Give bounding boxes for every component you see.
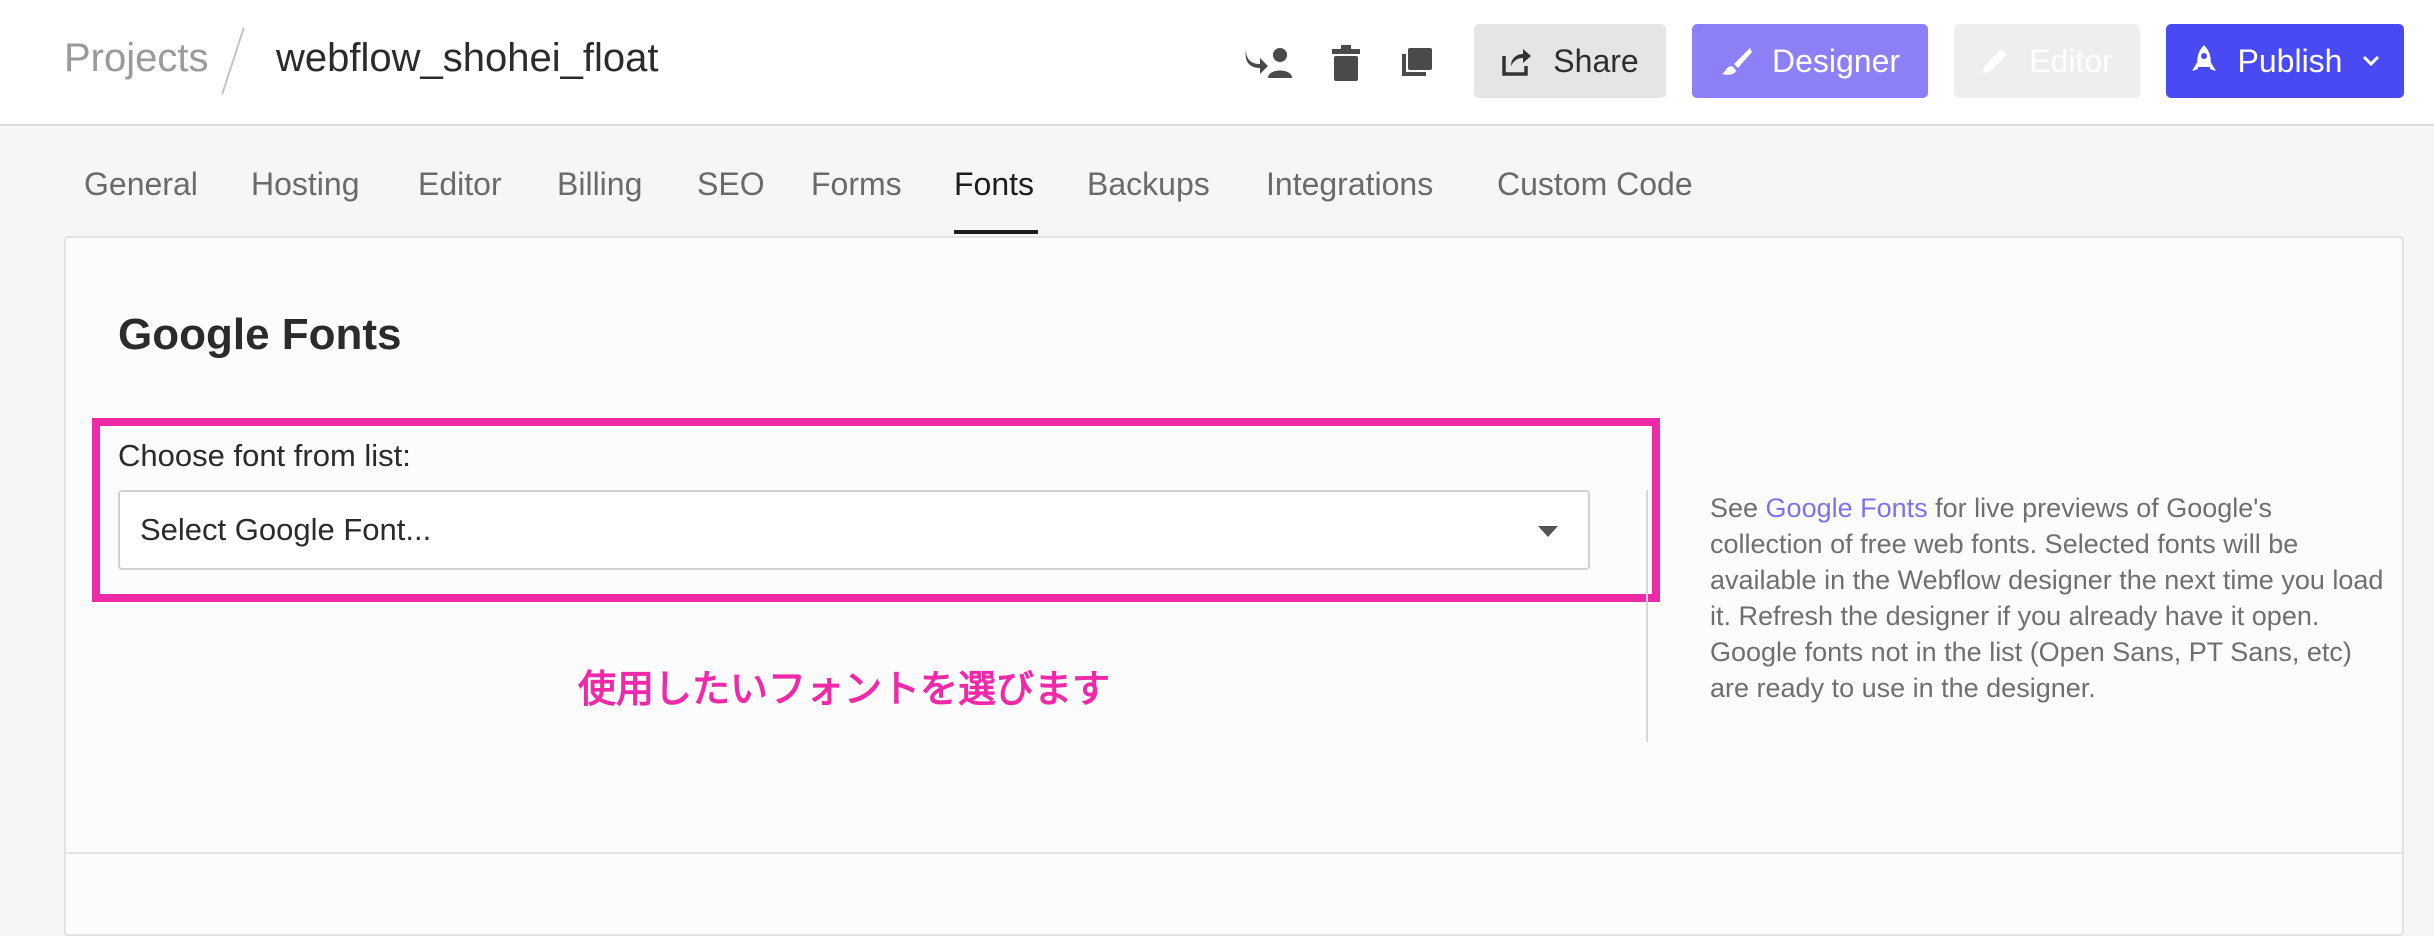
share-button-label: Share [1553, 42, 1639, 79]
section-title: Google Fonts [118, 310, 402, 359]
annotation-text: 使用したいフォントを選びます [578, 669, 1111, 711]
google-fonts-link[interactable]: Google Fonts [1766, 493, 1928, 523]
font-select-label: Choose font from list: [118, 438, 411, 473]
breadcrumb-separator [221, 27, 245, 95]
brush-icon [1721, 48, 1752, 75]
active-tab-indicator [954, 230, 1038, 234]
google-font-select[interactable]: Select Google Font... [118, 490, 1590, 570]
tab-fonts[interactable]: Fonts [954, 166, 1034, 203]
tab-integrations[interactable]: Integrations [1266, 166, 1433, 203]
rocket-icon [2191, 45, 2216, 71]
tab-hosting[interactable]: Hosting [251, 166, 360, 203]
duplicate-icon[interactable] [1388, 40, 1444, 86]
transfer-user-icon[interactable] [1240, 40, 1296, 86]
designer-button[interactable]: Designer [1692, 24, 1928, 98]
settings-tabs: General Hosting Editor Billing SEO Forms… [0, 126, 2434, 238]
tab-editor[interactable]: Editor [418, 166, 502, 203]
help-text-body: for live previews of Google's collection… [1710, 493, 2384, 703]
help-text: See Google Fonts for live previews of Go… [1710, 490, 2390, 706]
tab-forms[interactable]: Forms [811, 166, 902, 203]
tab-backups[interactable]: Backups [1087, 166, 1210, 203]
editor-button[interactable]: Editor [1954, 24, 2140, 98]
editor-button-label: Editor [2029, 42, 2113, 79]
share-button[interactable]: Share [1474, 24, 1666, 98]
share-icon [1502, 49, 1532, 76]
tab-general[interactable]: General [84, 166, 198, 203]
chevron-down-icon [2363, 55, 2380, 67]
caret-down-icon [1538, 526, 1558, 537]
project-name: webflow_shohei_float [276, 36, 659, 80]
pencil-icon [1983, 49, 2008, 73]
tab-seo[interactable]: SEO [697, 166, 765, 203]
breadcrumb-projects-link[interactable]: Projects [64, 36, 209, 81]
designer-button-label: Designer [1771, 42, 1901, 79]
google-fonts-panel: Google Fonts Choose font from list: Sele… [64, 236, 2404, 936]
panel-divider [66, 852, 2402, 854]
font-select-placeholder: Select Google Font... [140, 512, 432, 547]
publish-button-label: Publish [2237, 42, 2343, 79]
top-bar: Projects webflow_shohei_float Share Desi… [0, 0, 2434, 126]
tab-billing[interactable]: Billing [557, 166, 642, 203]
tab-custom-code[interactable]: Custom Code [1497, 166, 1693, 203]
vertical-divider [1646, 490, 1648, 742]
trash-icon[interactable] [1318, 40, 1374, 86]
help-text-prefix: See [1710, 493, 1766, 523]
publish-button[interactable]: Publish [2166, 24, 2404, 98]
